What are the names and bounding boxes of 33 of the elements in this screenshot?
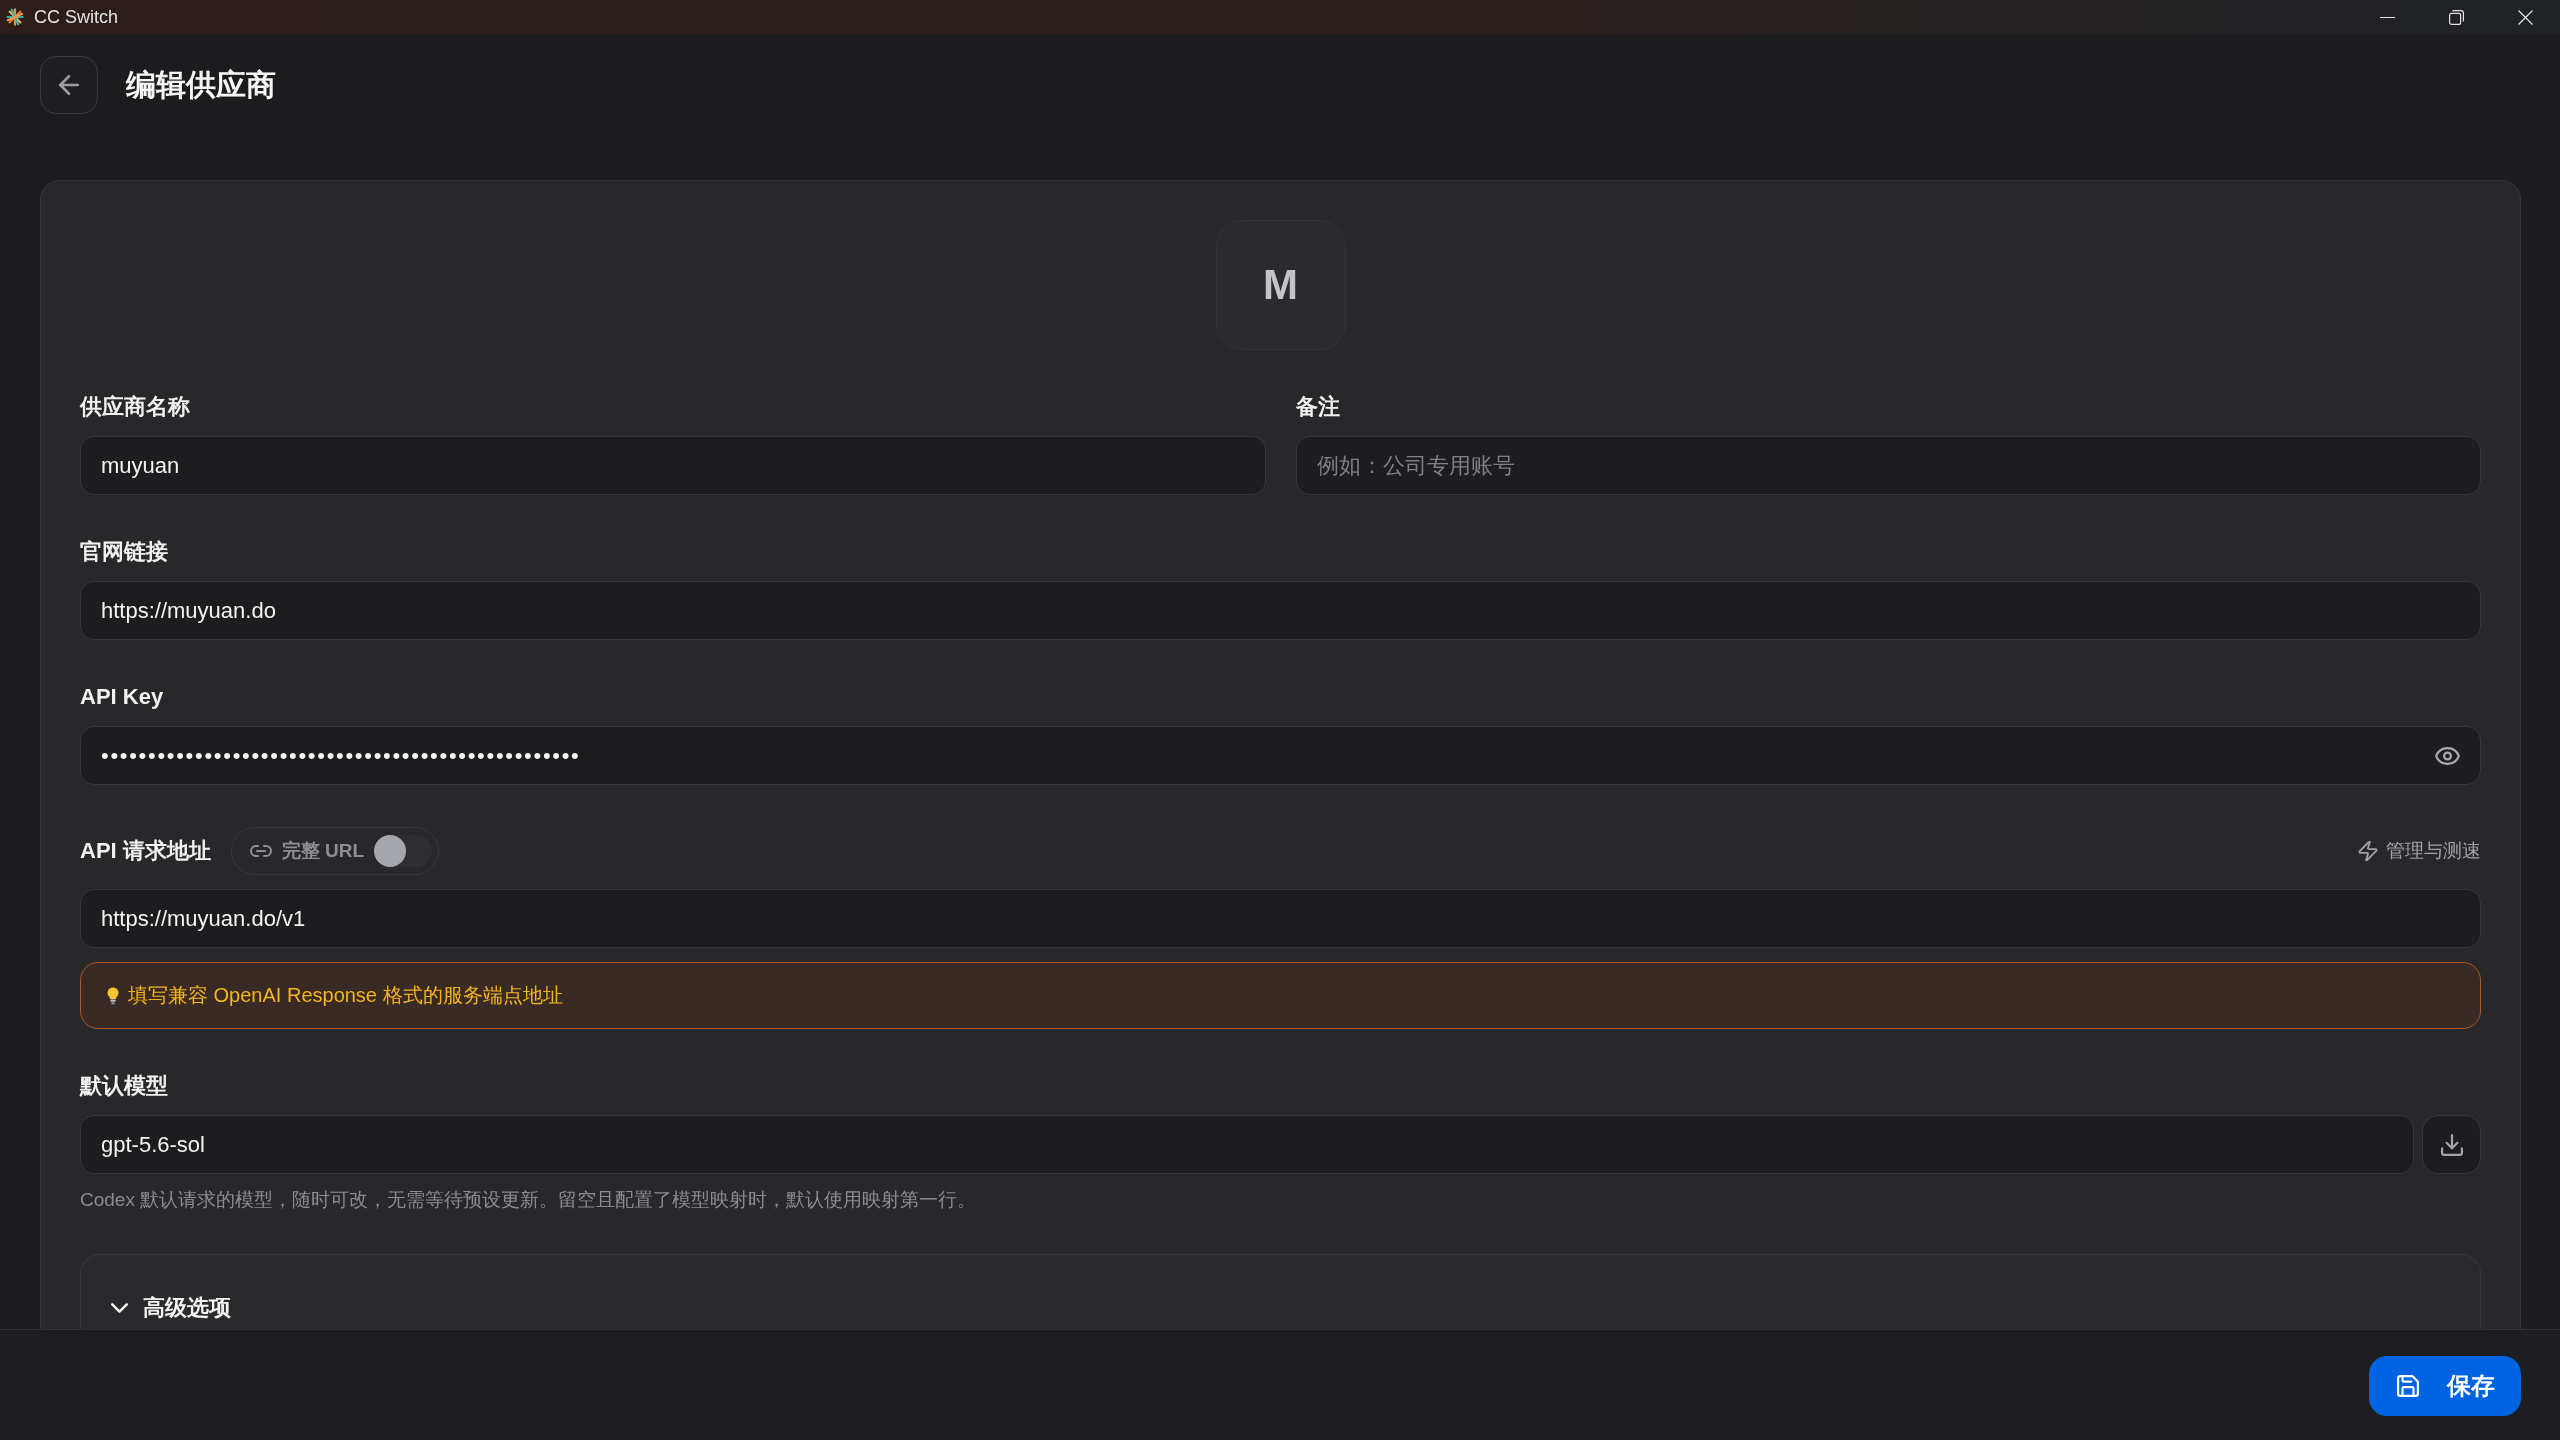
minimize-icon[interactable] (2380, 16, 2395, 18)
provider-name-input[interactable]: muyuan (80, 436, 1266, 495)
restore-icon[interactable] (2449, 9, 2464, 25)
provider-name-label: 供应商名称 (80, 393, 191, 421)
save-button[interactable]: 保存 (2369, 1356, 2521, 1416)
default-model-input[interactable]: gpt-5.6-sol (80, 1115, 2414, 1174)
fetch-models-button[interactable] (2422, 1115, 2481, 1174)
full-url-switch[interactable] (374, 835, 433, 867)
website-input[interactable]: https://muyuan.do (80, 581, 2481, 640)
default-model-hint: Codex 默认请求的模型，随时可改，无需等待预设更新。留空且配置了模型映射时，默认使用映射第一行。 (80, 1188, 978, 1212)
window-title: CC Switch (34, 6, 118, 29)
manage-speed-test-link[interactable]: 管理与测速 (2358, 838, 2481, 864)
api-key-input[interactable]: ••••••••••••••••••••••••••••••••••••••••••••••••••• (80, 726, 2481, 785)
lightning-icon (2358, 841, 2378, 861)
close-icon[interactable] (2518, 9, 2533, 25)
back-button[interactable] (40, 56, 98, 114)
lightbulb-icon (107, 986, 119, 1005)
api-endpoint-input[interactable]: https://muyuan.do/v1 (80, 889, 2481, 948)
page-title: 编辑供应商 (126, 67, 276, 103)
api-key-label: API Key (80, 683, 165, 711)
website-label: 官网链接 (80, 538, 169, 566)
notes-input[interactable]: 例如：公司专用账号 (1295, 436, 2481, 495)
provider-avatar[interactable]: M (1215, 220, 1346, 350)
download-icon (2440, 1133, 2463, 1156)
starburst-icon (6, 8, 24, 26)
chevron-down-icon (111, 1303, 128, 1313)
api-endpoint-label: API 请求地址 (80, 837, 211, 865)
full-url-label: 完整 URL (281, 839, 365, 863)
notice-text: 填写兼容 OpenAI Response 格式的服务端点地址 (128, 983, 563, 1008)
default-model-label: 默认模型 (80, 1072, 169, 1100)
eye-icon[interactable] (2435, 746, 2460, 765)
notes-label: 备注 (1295, 393, 1341, 421)
advanced-options-toggle[interactable]: 高级选项 (111, 1293, 231, 1323)
